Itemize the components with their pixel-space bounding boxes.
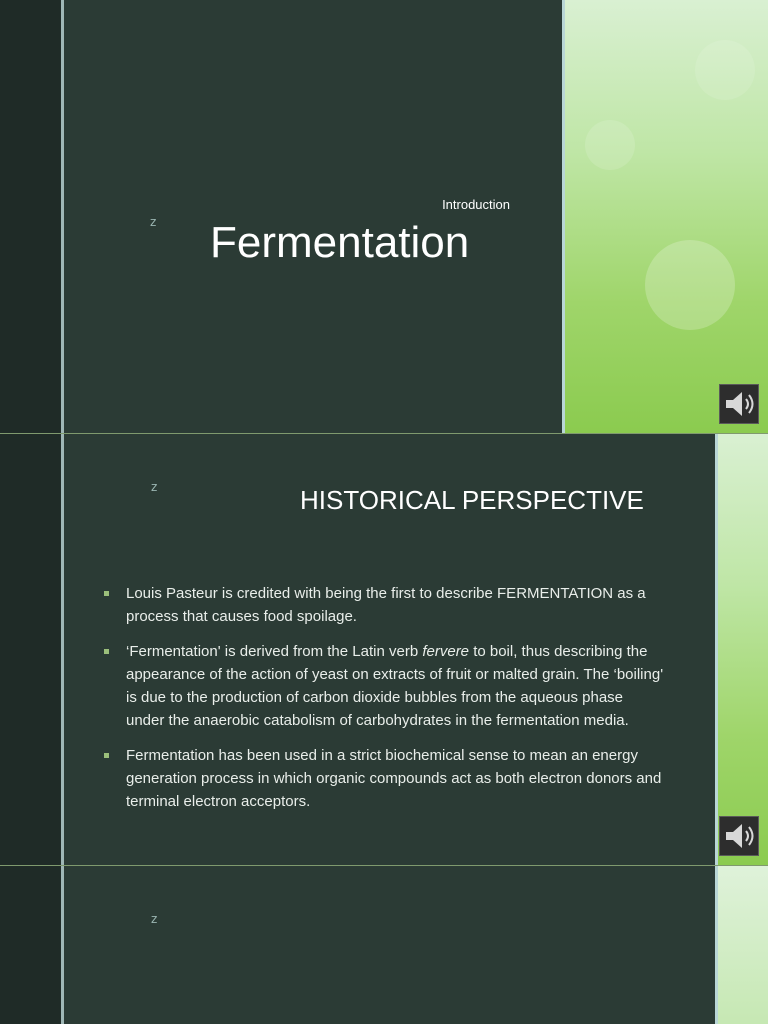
vertical-accent-line [61, 866, 64, 1024]
left-bar [0, 866, 61, 1024]
slide-3: z [0, 866, 768, 1024]
left-bar [0, 0, 61, 433]
bullet-square-icon [104, 649, 109, 654]
speaker-icon[interactable] [719, 384, 759, 424]
slide-subtitle: Introduction [442, 197, 510, 212]
slide-1: z Introduction Fermentation [0, 0, 768, 433]
bullet-item: Louis Pasteur is credited with being the… [104, 582, 664, 628]
bullet-item: ‘Fermentation' is derived from the Latin… [104, 640, 664, 732]
vertical-accent-line [61, 0, 64, 433]
green-decor-panel [715, 866, 768, 1024]
bullet-item: Fermentation has been used in a strict b… [104, 744, 664, 813]
bullet-text: Louis Pasteur is credited with being the… [126, 585, 646, 625]
slide-marker: z [150, 215, 157, 229]
green-decor-panel [715, 434, 768, 865]
green-decor-panel [562, 0, 768, 433]
slide-marker: z [151, 912, 158, 926]
bullet-text-italic: fervere [422, 643, 470, 660]
speaker-icon[interactable] [719, 816, 759, 856]
bullet-text-start: ‘Fermentation' is derived from the Latin… [126, 643, 423, 660]
vertical-accent-line [61, 434, 64, 865]
bullet-square-icon [104, 591, 109, 596]
bullet-list: Louis Pasteur is credited with being the… [104, 582, 664, 825]
bullet-square-icon [104, 753, 109, 758]
slide-heading: HISTORICAL PERSPECTIVE [300, 485, 644, 515]
slide-title: Fermentation [210, 218, 470, 267]
left-bar [0, 434, 61, 865]
slide-marker: z [151, 480, 158, 494]
bullet-text: Fermentation has been used in a strict b… [126, 747, 662, 810]
